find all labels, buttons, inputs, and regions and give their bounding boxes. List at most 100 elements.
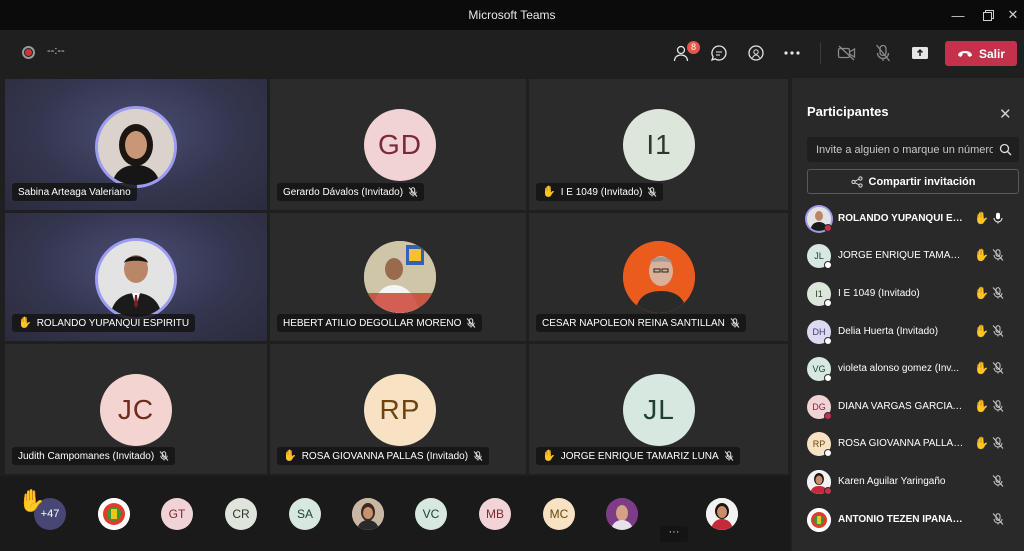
tile-name-label: ✋ ROSA GIOVANNA PALLAS (Invitado) xyxy=(277,447,490,465)
participant-row[interactable]: ANTONIO TEZEN IPANAQUE xyxy=(792,503,1024,537)
participant-row[interactable]: DG DIANA VARGAS GARCIA (... ✋ xyxy=(792,390,1024,424)
close-icon[interactable]: ✕ xyxy=(999,105,1012,123)
tile-name-label: ✋ JORGE ENRIQUE TAMARIZ LUNA xyxy=(536,447,740,465)
participant-row[interactable]: JL JORGE ENRIQUE TAMARI... ✋ xyxy=(792,239,1024,273)
participant-name: ROSA GIOVANNA PALLAS... xyxy=(838,438,964,449)
video-tile[interactable]: GD Gerardo Dávalos (Invitado) xyxy=(270,79,526,210)
video-tile[interactable]: JC Judith Campomanes (Invitado) xyxy=(5,344,267,474)
mic-off-icon xyxy=(992,475,1004,487)
share-icon xyxy=(850,175,863,188)
avatar-initials: JC xyxy=(100,374,172,446)
leave-button[interactable]: Salir xyxy=(945,41,1017,66)
mic-off-icon xyxy=(648,187,657,197)
raised-hand-icon: ✋ xyxy=(974,248,989,262)
leave-label: Salir xyxy=(978,46,1005,61)
camera-off-icon[interactable] xyxy=(834,40,860,66)
avatar-photo xyxy=(364,241,436,313)
strip-avatar-logo[interactable] xyxy=(98,498,130,530)
share-screen-icon[interactable] xyxy=(907,40,933,66)
mic-off-icon[interactable] xyxy=(870,40,896,66)
presence-status xyxy=(824,412,832,420)
video-tile[interactable]: JL ✋ JORGE ENRIQUE TAMARIZ LUNA xyxy=(529,344,788,474)
raised-hand-icon: ✋ xyxy=(974,399,989,413)
search-icon xyxy=(999,143,1012,156)
presence-status xyxy=(824,487,832,495)
participant-strip: +47 ✋ GT CR SA VC MB MC ··· xyxy=(0,476,790,551)
raised-hand-icon: ✋ xyxy=(974,211,989,225)
avatar-photo xyxy=(623,241,695,313)
chat-icon[interactable] xyxy=(706,40,732,66)
video-tile[interactable]: ✋ ROLANDO YUPANQUI ESPIRITU xyxy=(5,213,267,341)
participant-row[interactable]: DH Delia Huerta (Invitado) ✋ xyxy=(792,315,1024,349)
video-tile[interactable]: CESAR NAPOLEON REINA SANTILLAN xyxy=(529,213,788,341)
raised-hand-icon: ✋ xyxy=(18,488,46,513)
mic-off-icon xyxy=(992,325,1004,337)
strip-avatar[interactable]: GT xyxy=(161,498,193,530)
video-tile[interactable]: I1 ✋ I E 1049 (Invitado) xyxy=(529,79,788,210)
avatar-photo xyxy=(98,241,174,317)
mic-off-icon xyxy=(992,362,1004,374)
video-grid: Sabina Arteaga Valeriano GD Gerardo Dáva… xyxy=(5,79,788,474)
tile-name-label: Sabina Arteaga Valeriano xyxy=(12,183,137,201)
strip-avatar-photo[interactable] xyxy=(606,498,638,530)
raised-hand-icon: ✋ xyxy=(18,316,32,329)
raised-hand-icon: ✋ xyxy=(974,361,989,375)
strip-avatar-photo[interactable] xyxy=(352,498,384,530)
presence-status xyxy=(824,299,832,307)
participant-row[interactable]: ROLANDO YUPANQUI ES... ✋ xyxy=(792,202,1024,236)
meeting-toolbar: --:-- 8 Salir xyxy=(0,30,1024,76)
strip-avatar[interactable]: CR xyxy=(225,498,257,530)
video-tile[interactable]: HEBERT ATILIO DEGOLLAR MORENO xyxy=(270,213,526,341)
tile-name-label: Judith Campomanes (Invitado) xyxy=(12,447,176,465)
minimize-icon[interactable]: — xyxy=(941,0,975,30)
mic-off-icon xyxy=(724,451,734,461)
tile-name-label: HEBERT ATILIO DEGOLLAR MORENO xyxy=(277,314,483,332)
avatar-initials: RP xyxy=(364,374,436,446)
avatar-initials: GD xyxy=(364,109,436,181)
raise-hand-icon[interactable] xyxy=(743,40,769,66)
presence-status xyxy=(824,449,832,457)
more-participants-button[interactable]: ··· xyxy=(660,526,688,542)
video-tile[interactable]: RP ✋ ROSA GIOVANNA PALLAS (Invitado) xyxy=(270,344,526,474)
strip-avatar[interactable]: MC xyxy=(543,498,575,530)
participants-count-badge: 8 xyxy=(687,41,700,54)
invite-input[interactable] xyxy=(807,137,1019,162)
participant-name: JORGE ENRIQUE TAMARI... xyxy=(838,250,964,261)
mic-off-icon xyxy=(473,451,483,461)
strip-avatar[interactable]: SA xyxy=(289,498,321,530)
participant-row[interactable]: Karen Aguilar Yaringaño xyxy=(792,465,1024,499)
panel-title: Participantes xyxy=(807,104,889,119)
raised-hand-icon: ✋ xyxy=(974,324,989,338)
more-actions-icon[interactable] xyxy=(779,40,805,66)
strip-avatar[interactable]: VC xyxy=(415,498,447,530)
mic-off-icon xyxy=(408,187,418,197)
participant-row[interactable]: I1 I E 1049 (Invitado) ✋ xyxy=(792,277,1024,311)
participant-row[interactable]: RP ROSA GIOVANNA PALLAS... ✋ xyxy=(792,427,1024,461)
mic-off-icon xyxy=(992,437,1004,449)
raised-hand-icon: ✋ xyxy=(974,286,989,300)
presence-status xyxy=(824,224,832,232)
raised-hand-icon: ✋ xyxy=(542,449,556,462)
presence-status xyxy=(824,337,832,345)
participant-name: Judith Campomanes (Invitado) xyxy=(18,450,155,462)
participant-name: ANTONIO TEZEN IPANAQUE xyxy=(838,514,964,525)
participant-name: ROLANDO YUPANQUI ES... xyxy=(838,213,964,224)
participant-row[interactable]: VG violeta alonso gomez (Inv... ✋ xyxy=(792,352,1024,386)
video-tile[interactable]: Sabina Arteaga Valeriano xyxy=(5,79,267,210)
share-invite-button[interactable]: Compartir invitación xyxy=(807,169,1019,194)
participant-name: I E 1049 (Invitado) xyxy=(560,186,643,198)
close-window-icon[interactable]: ✕ xyxy=(996,0,1024,30)
participant-name: Gerardo Dávalos (Invitado) xyxy=(283,186,404,198)
participant-name: CESAR NAPOLEON REINA SANTILLAN xyxy=(542,317,725,329)
self-avatar-photo[interactable] xyxy=(706,498,738,530)
mic-on-icon xyxy=(993,212,1003,224)
strip-avatar[interactable]: MB xyxy=(479,498,511,530)
avatar-photo xyxy=(98,109,174,185)
mic-off-icon xyxy=(992,513,1004,525)
toolbar-divider xyxy=(820,42,821,64)
participant-name: Delia Huerta (Invitado) xyxy=(838,326,939,337)
mic-off-icon xyxy=(992,400,1004,412)
participants-panel: Participantes ✕ Compartir invitación ROL… xyxy=(792,78,1024,551)
avatar-initials: I1 xyxy=(623,109,695,181)
presence-status xyxy=(824,261,832,269)
